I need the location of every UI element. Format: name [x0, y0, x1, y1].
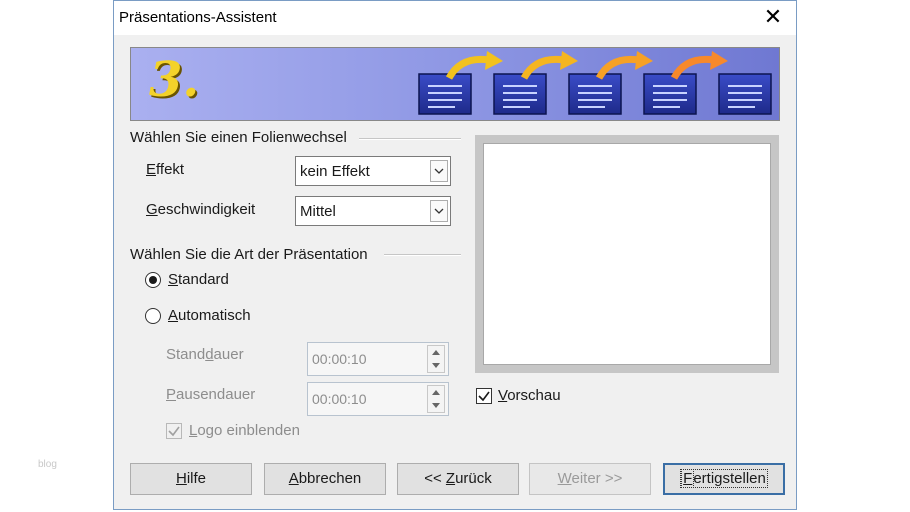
help-button[interactable]: Hilfe: [130, 463, 252, 495]
chevron-down-icon[interactable]: [430, 160, 448, 182]
effect-select[interactable]: kein Effekt: [295, 156, 451, 186]
preview-checkbox[interactable]: [476, 388, 492, 404]
watermark-text: blog: [38, 459, 57, 470]
slide-4-icon: [643, 73, 697, 115]
duration-label: Standdauer: [166, 346, 244, 363]
pause-value: 00:00:10: [312, 391, 367, 407]
logo-checkbox[interactable]: [166, 423, 182, 439]
type-group-title: Wählen Sie die Art der Präsentation: [130, 246, 368, 263]
radio-selected-dot: [149, 276, 157, 284]
back-button[interactable]: << Zurück: [397, 463, 519, 495]
automatic-radio[interactable]: [145, 308, 161, 324]
checkmark-icon: [168, 426, 180, 437]
speed-value: Mittel: [300, 203, 336, 220]
automatic-label[interactable]: Automatisch: [168, 307, 251, 324]
spin-down-icon[interactable]: [428, 399, 444, 412]
spin-down-icon[interactable]: [428, 359, 444, 372]
duration-spinner[interactable]: 00:00:10: [307, 342, 449, 376]
effect-value: kein Effekt: [300, 163, 370, 180]
spin-up-icon[interactable]: [428, 386, 444, 399]
spin-up-icon[interactable]: [428, 346, 444, 359]
standard-label[interactable]: Standard: [168, 271, 229, 288]
preview-canvas: [483, 143, 771, 365]
chevron-down-icon[interactable]: [430, 200, 448, 222]
slide-transition-illustration: [418, 51, 772, 115]
window-title: Präsentations-Assistent: [119, 9, 277, 26]
divider: [384, 254, 461, 256]
slide-5-icon: [718, 73, 772, 115]
step-number: 3.: [149, 52, 200, 108]
preview-label[interactable]: Vorschau: [498, 387, 561, 404]
cancel-button[interactable]: Abbrechen: [264, 463, 386, 495]
logo-label[interactable]: Logo einblenden: [189, 422, 300, 439]
pause-label: Pausendauer: [166, 386, 256, 403]
transition-group-title: Wählen Sie einen Folienwechsel: [130, 129, 347, 146]
checkmark-icon: [478, 391, 490, 402]
title-bar: Präsentations-Assistent ✕: [114, 1, 796, 35]
wizard-banner: 3.: [130, 47, 780, 121]
slide-1-icon: [418, 73, 472, 115]
slide-2-icon: [493, 73, 547, 115]
presentation-wizard-dialog: Präsentations-Assistent ✕ 3. Wählen Sie …: [113, 0, 797, 510]
preview-area: [475, 135, 779, 373]
effect-label: Effekt: [146, 161, 185, 178]
slide-3-icon: [568, 73, 622, 115]
close-button[interactable]: ✕: [750, 1, 796, 35]
speed-label: Geschwindigkeit: [146, 201, 256, 218]
duration-value: 00:00:10: [312, 351, 367, 367]
close-icon: ✕: [763, 4, 783, 29]
pause-spinner[interactable]: 00:00:10: [307, 382, 449, 416]
standard-radio[interactable]: [145, 272, 161, 288]
divider: [359, 138, 461, 140]
next-button[interactable]: Weiter >>: [529, 463, 651, 495]
finish-button[interactable]: Fertigstellen: [663, 463, 785, 495]
speed-select[interactable]: Mittel: [295, 196, 451, 226]
